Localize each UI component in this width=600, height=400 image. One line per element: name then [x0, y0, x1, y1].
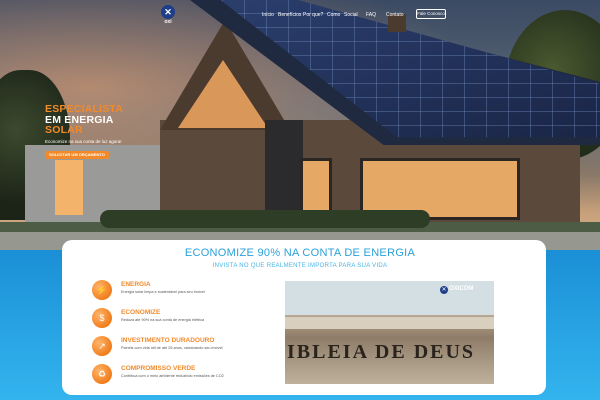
photo-watermark: OXICOM — [449, 286, 474, 292]
nav-item-inicio[interactable]: Início — [262, 12, 274, 18]
lightning-icon: ⚡ — [92, 280, 112, 300]
nav-item-contato[interactable]: Contato — [386, 12, 404, 18]
section-title: ECONOMIZE 90% NA CONTA DE ENERGIA — [184, 247, 416, 259]
nav-item-social[interactable]: Social — [344, 12, 358, 18]
nav-item-como[interactable]: Como — [327, 12, 340, 18]
watermark-logo-icon: ✕ — [440, 286, 448, 294]
feature-compromisso-verde: ♻ COMPROMISSO VERDE Contribua com o meio… — [92, 364, 277, 386]
hero-subtitle: Economize na sua conta de luz agora! — [45, 139, 122, 144]
savings-icon: $ — [92, 308, 112, 328]
nav-item-beneficios[interactable]: Benefícios — [278, 12, 301, 18]
hero-title-line3: SOLAR — [45, 124, 83, 136]
photo-wall-band — [285, 317, 494, 329]
hero-title: ESPECIALISTA EM ENERGIA SOLAR — [45, 104, 123, 136]
feature-economize: $ ECONOMIZE Reduza até 90% na sua conta … — [92, 308, 277, 330]
project-photo: ✕ OXICOM IBLEIA DE DEUS — [285, 281, 494, 384]
feature-title: ECONOMIZE — [121, 309, 161, 316]
request-quote-button[interactable]: SOLICITAR UM ORÇAMENTO — [45, 151, 109, 159]
feature-title: ENERGIA — [121, 281, 151, 288]
feature-desc: Painéis com vida útil de até 25 anos, va… — [121, 346, 223, 350]
hero-title-line1: ESPECIALISTA — [45, 103, 124, 115]
feature-desc: Contribua com o meio ambiente reduzindo … — [121, 374, 224, 378]
house-window — [55, 160, 83, 215]
logo-icon[interactable]: ✕ — [161, 5, 175, 19]
section-subtitle: INVISTA NO QUE REALMENTE IMPORTA PARA SU… — [212, 263, 388, 269]
nav-item-faq[interactable]: FAQ — [366, 12, 376, 18]
investment-icon: ↗ — [92, 336, 112, 356]
feature-energia: ⚡ ENERGIA Energia solar limpa e sustentá… — [92, 280, 277, 302]
photo-sign-text: IBLEIA DE DEUS — [287, 341, 476, 363]
logo-text: oxi — [164, 19, 172, 25]
contact-button[interactable]: Fale Conosco — [416, 9, 446, 19]
feature-investimento: ↗ INVESTIMENTO DURADOURO Painéis com vid… — [92, 336, 277, 358]
feature-desc: Energia solar limpa e sustentável para s… — [121, 290, 205, 294]
feature-desc: Reduza até 90% na sua conta de energia e… — [121, 318, 205, 322]
top-nav: ✕ oxi Início Benefícios Por que? Como So… — [0, 0, 600, 30]
feature-title: COMPROMISSO VERDE — [121, 365, 196, 372]
nav-item-por-que[interactable]: Por que? — [303, 12, 323, 18]
feature-title: INVESTIMENTO DURADOURO — [121, 337, 215, 344]
hedge — [100, 210, 430, 228]
leaf-icon: ♻ — [92, 364, 112, 384]
